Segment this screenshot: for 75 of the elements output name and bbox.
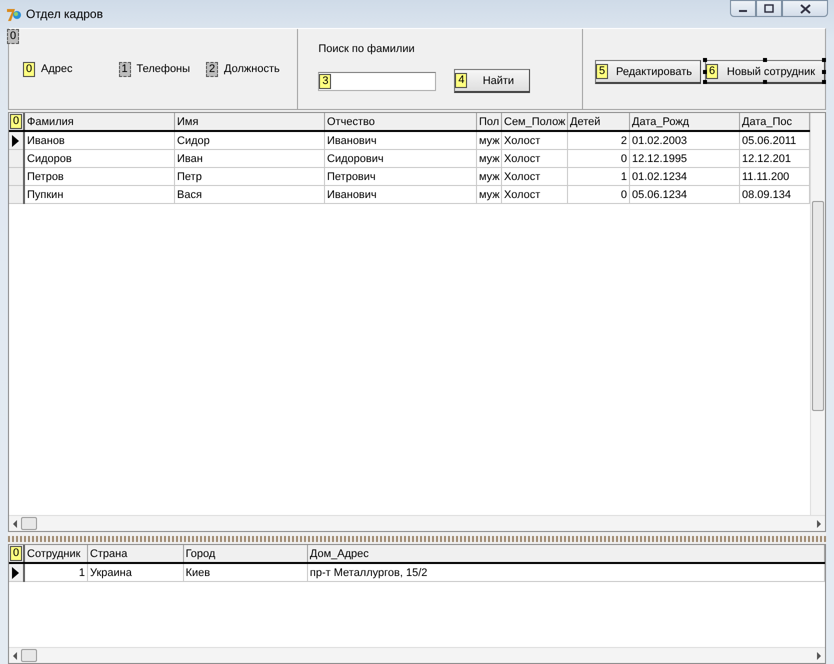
tab-order-badge: 0: [10, 546, 22, 561]
table-cell: Петров: [24, 168, 174, 186]
minimize-button[interactable]: [730, 0, 756, 17]
window-title: Отдел кадров: [26, 7, 103, 21]
table-cell: пр-т Металлургов, 15/2: [307, 563, 824, 582]
tab-order-badge: 0: [10, 114, 22, 129]
table-cell: 2: [568, 131, 630, 150]
new-employee-button[interactable]: 6 Новый сотрудник: [705, 60, 825, 84]
column-header[interactable]: Имя: [174, 113, 324, 131]
link-label[interactable]: Телефоны: [136, 63, 190, 75]
column-header[interactable]: Дата_Рожд: [630, 113, 740, 131]
table-cell: 08.09.134: [740, 186, 810, 204]
table-cell: Иван: [174, 150, 324, 168]
table-cell: Иванович: [324, 131, 476, 150]
table-cell: Холост: [502, 131, 568, 150]
table-cell: Холост: [502, 186, 568, 204]
tab-order-badge: 3: [319, 74, 332, 88]
column-header[interactable]: Сотрудник: [24, 545, 88, 563]
table-cell: 0: [568, 150, 630, 168]
table-cell: муж: [476, 131, 502, 150]
column-header[interactable]: Страна: [87, 545, 184, 563]
close-button[interactable]: [782, 0, 828, 17]
table-cell: 05.06.1234: [630, 186, 740, 204]
tab-order-badge: 0: [23, 62, 35, 76]
table-cell: 01.02.2003: [630, 131, 740, 150]
link-label[interactable]: Адрес: [41, 63, 72, 75]
find-button[interactable]: 4 Найти: [454, 69, 530, 93]
table-cell: 12.12.1995: [630, 150, 740, 168]
table-cell: муж: [476, 150, 502, 168]
column-header[interactable]: Сем_Полож: [502, 113, 568, 131]
table-cell: Пупкин: [24, 186, 174, 204]
horizontal-scrollbar[interactable]: [9, 647, 825, 663]
app-icon: [6, 6, 22, 22]
table-cell: Иванович: [324, 186, 476, 204]
column-header[interactable]: Дата_Пос: [740, 113, 810, 131]
table-cell: 12.12.201: [740, 150, 810, 168]
search-field[interactable]: 3: [318, 72, 436, 90]
table-cell: Киев: [183, 563, 308, 582]
table-cell: муж: [476, 186, 502, 204]
horizontal-scrollbar[interactable]: [9, 515, 825, 531]
table-cell: Украина: [87, 563, 184, 582]
table-cell: Иванов: [24, 131, 174, 150]
maximize-icon: [764, 4, 774, 13]
table-cell: муж: [476, 168, 502, 186]
table-cell: 0: [568, 186, 630, 204]
tab-order-badge: 5: [596, 64, 608, 79]
column-header[interactable]: Город: [183, 545, 308, 563]
table-cell: Сидорович: [324, 150, 476, 168]
edit-button[interactable]: 5 Редактировать: [595, 60, 701, 84]
table-cell: Сидор: [174, 131, 324, 150]
maximize-button[interactable]: [756, 0, 782, 17]
table-cell: 11.11.200: [740, 168, 810, 186]
table-cell: Холост: [502, 168, 568, 186]
table-cell: Сидоров: [24, 150, 174, 168]
column-header[interactable]: Фамилия: [24, 113, 174, 131]
table-cell: 1: [24, 563, 88, 582]
table-cell: 01.02.1234: [630, 168, 740, 186]
tab-order-badge: 0: [7, 29, 19, 44]
column-header[interactable]: Отчество: [324, 113, 476, 131]
close-icon: [800, 4, 810, 14]
table-cell: Вася: [174, 186, 324, 204]
search-caption: Поиск по фамилии: [318, 43, 416, 55]
column-header[interactable]: Детей: [568, 113, 630, 131]
tab-order-badge: 6: [706, 64, 718, 79]
table-cell: Петрович: [324, 168, 476, 186]
table-cell: 1: [568, 168, 630, 186]
column-header[interactable]: Пол: [476, 113, 502, 131]
tab-order-badge: 2: [206, 62, 218, 76]
vertical-scrollbar[interactable]: [810, 113, 825, 515]
table-cell: Петр: [174, 168, 324, 186]
table-cell: Холост: [502, 150, 568, 168]
column-header[interactable]: Дом_Адрес: [307, 545, 824, 563]
tab-order-badge: 1: [118, 62, 130, 76]
link-label[interactable]: Должность: [224, 63, 280, 75]
tab-order-badge: 4: [455, 73, 468, 88]
